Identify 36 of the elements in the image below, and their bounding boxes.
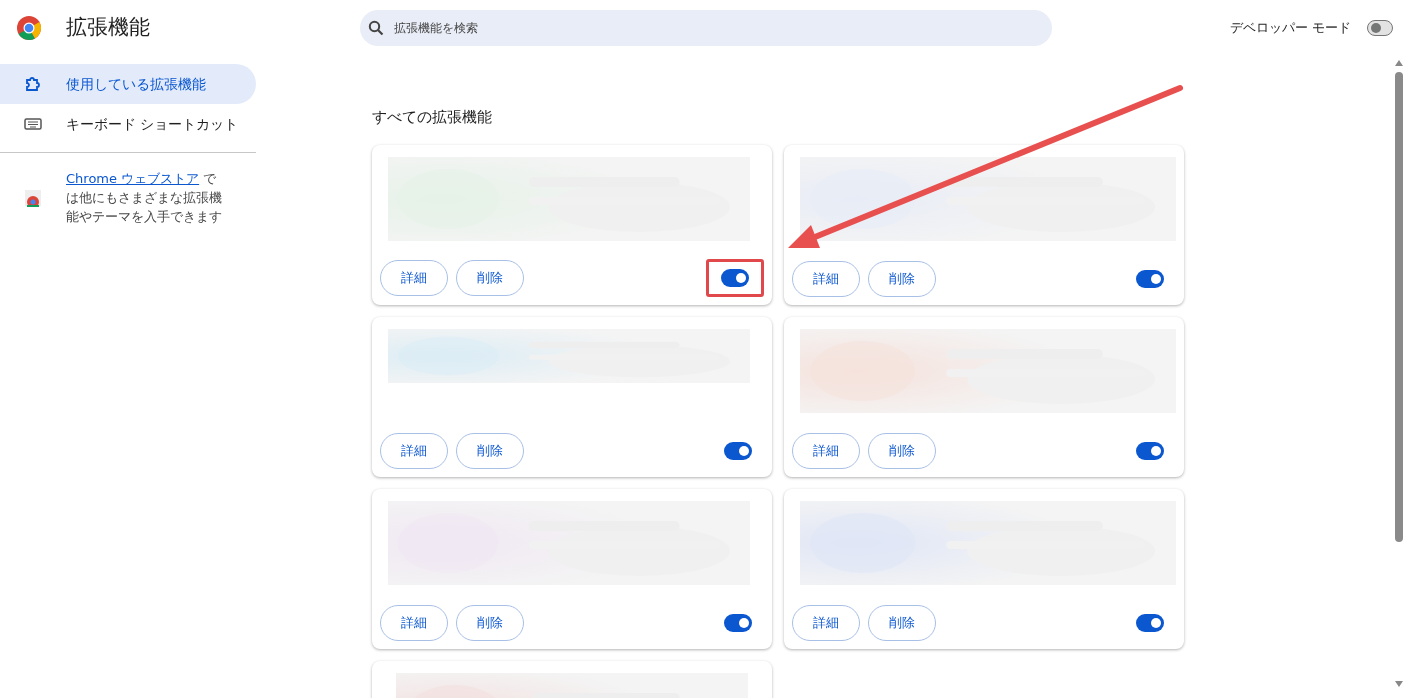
details-button[interactable]: 詳細	[380, 604, 448, 641]
search-icon	[368, 20, 384, 36]
page-title: 拡張機能	[66, 14, 150, 42]
enable-toggle[interactable]	[724, 613, 752, 632]
scrollbar-thumb[interactable]	[1395, 72, 1403, 542]
developer-mode-toggle[interactable]	[1367, 20, 1393, 36]
enable-toggle[interactable]	[724, 441, 752, 460]
remove-button[interactable]: 削除	[456, 259, 524, 296]
web-store-icon	[24, 188, 42, 207]
sidebar-item[interactable]: キーボード ショートカット	[0, 104, 256, 144]
search-input[interactable]: 拡張機能を検索	[392, 18, 1044, 38]
web-store-link[interactable]: Chrome ウェブストア	[66, 171, 200, 186]
remove-button[interactable]: 削除	[456, 432, 524, 469]
details-button[interactable]: 詳細	[380, 432, 448, 469]
remove-button[interactable]: 削除	[868, 604, 936, 641]
section-title: すべての拡張機能	[372, 107, 493, 128]
details-button[interactable]: 詳細	[380, 259, 448, 296]
sidebar-item[interactable]: 使用している拡張機能	[0, 64, 256, 104]
details-button[interactable]: 詳細	[792, 260, 860, 297]
enable-toggle[interactable]	[1136, 613, 1164, 632]
remove-button[interactable]: 削除	[456, 604, 524, 641]
developer-mode-label: デベロッパー モード	[1229, 19, 1351, 38]
search-field[interactable]: 拡張機能を検索	[360, 10, 1052, 46]
enable-toggle[interactable]	[1136, 441, 1164, 460]
scroll-up-icon[interactable]	[1395, 60, 1403, 66]
browser-logo-icon	[16, 15, 42, 41]
details-button[interactable]: 詳細	[792, 432, 860, 469]
keyboard-icon	[24, 117, 42, 131]
enable-toggle[interactable]	[721, 268, 749, 287]
remove-button[interactable]: 削除	[868, 432, 936, 469]
puzzle-icon	[24, 75, 42, 93]
store-note: Chrome ウェブストア では他にもさまざまな拡張機能やテーマを入手できます	[66, 170, 223, 226]
remove-button[interactable]: 削除	[868, 260, 936, 297]
enable-toggle[interactable]	[1136, 269, 1164, 288]
scroll-down-icon[interactable]	[1395, 681, 1403, 687]
details-button[interactable]: 詳細	[792, 604, 860, 641]
